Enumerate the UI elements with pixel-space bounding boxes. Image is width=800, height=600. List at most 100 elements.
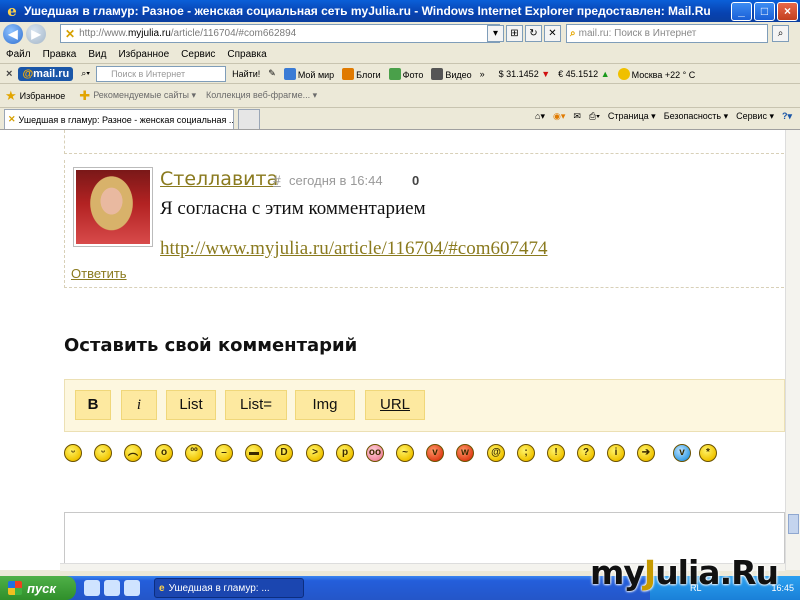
toolbar-close-icon[interactable]: × <box>6 68 12 80</box>
menu-favorites[interactable]: Избранное <box>118 49 169 60</box>
mailru-item-mymir[interactable]: Мой мир <box>283 67 334 80</box>
start-button[interactable]: пуск <box>0 576 76 600</box>
tools-menu[interactable]: Сервис ▾ <box>736 111 774 122</box>
angry-icon[interactable]: > <box>306 444 324 462</box>
sad-icon[interactable]: ︵ <box>124 444 142 462</box>
url-button[interactable]: URL <box>365 390 425 420</box>
list-button[interactable]: List <box>166 390 216 420</box>
exclamation-icon[interactable]: ! <box>547 444 565 462</box>
tab-active[interactable]: ✕ Ушедшая в гламур: Разное - женская соц… <box>4 109 234 129</box>
menu-file[interactable]: Файл <box>6 49 31 60</box>
maximize-button[interactable]: □ <box>754 1 775 21</box>
safety-menu[interactable]: Безопасность ▾ <box>664 111 728 122</box>
page-icon: ✕ <box>65 26 76 41</box>
menu-edit[interactable]: Правка <box>43 49 77 60</box>
refresh-icon[interactable]: ↻ <box>525 25 542 42</box>
bold-button[interactable]: B <box>75 390 111 420</box>
quicklaunch-ie-icon[interactable] <box>84 580 100 596</box>
menu-help[interactable]: Справка <box>227 49 266 60</box>
back-icon[interactable]: ◀ <box>3 24 23 44</box>
fav-link-webslices[interactable]: Коллекция веб-фрагме... ▾ <box>206 90 317 101</box>
pig-icon[interactable]: oo <box>366 444 384 462</box>
add-favorite-icon[interactable]: ✚ <box>79 88 90 104</box>
feeds-icon[interactable]: ◉▾ <box>553 111 565 122</box>
help-icon[interactable]: ?▾ <box>782 111 792 122</box>
scroll-thumb[interactable] <box>788 514 799 534</box>
mailru-search-provider-icon[interactable]: ⌕▾ <box>81 68 90 79</box>
img-button[interactable]: Img <box>295 390 355 420</box>
wink-icon[interactable]: ; <box>517 444 535 462</box>
mailru-logo[interactable]: @mail.ru <box>18 66 74 81</box>
mailru-item-video[interactable]: Видео <box>431 67 472 80</box>
arrow-icon[interactable]: ➔ <box>637 444 655 462</box>
address-bar[interactable]: ✕ http://www.myjulia.ru/article/116704/#… <box>60 24 500 43</box>
tongue-icon[interactable]: p <box>336 444 354 462</box>
weather[interactable]: Москва +22 ° C <box>617 67 695 80</box>
shocked-icon[interactable]: o <box>155 444 173 462</box>
minimize-button[interactable]: _ <box>731 1 752 21</box>
mailru-find-button[interactable]: Найти! <box>232 69 260 79</box>
new-tab-button[interactable] <box>238 109 260 129</box>
evil-icon[interactable]: w <box>456 444 474 462</box>
ordered-list-button[interactable]: List= <box>225 390 287 420</box>
glasses-icon[interactable]: ºº <box>185 444 203 462</box>
windows-flag-icon <box>8 581 22 595</box>
comment-text: Я согласна с этим комментарием <box>160 198 426 219</box>
smile-icon[interactable]: ᵕ <box>64 444 82 462</box>
menu-tools[interactable]: Сервис <box>181 49 215 60</box>
leave-comment-heading: Оставить свой комментарий <box>64 335 358 356</box>
eur-rate[interactable]: € 45.1512 ▲ <box>558 69 609 79</box>
stop-icon[interactable]: ✕ <box>544 25 561 42</box>
usd-rate[interactable]: $ 31.1452 ▼ <box>499 69 550 79</box>
toolbar-more-icon[interactable]: » <box>480 69 485 79</box>
compat-icon[interactable]: ⊞ <box>506 25 523 42</box>
tab-page-icon: ✕ <box>8 114 16 124</box>
mailru-search-input[interactable]: Поиск в Интернет <box>96 65 227 82</box>
happy-icon[interactable]: ᵕ <box>94 444 112 462</box>
highlight-icon[interactable]: ✎ <box>268 68 276 79</box>
comment-author[interactable]: Стеллавита <box>160 168 278 190</box>
close-button[interactable]: × <box>777 1 798 21</box>
mailru-item-blogs[interactable]: Блоги <box>342 67 381 80</box>
mail-icon[interactable]: ✉ <box>573 111 581 122</box>
devil-icon[interactable]: v <box>426 444 444 462</box>
question-icon[interactable]: ? <box>577 444 595 462</box>
favorites-button[interactable]: Избранное <box>20 91 66 101</box>
search-icon[interactable]: ⌕ <box>772 25 789 42</box>
confused-icon[interactable]: @ <box>487 444 505 462</box>
address-dropdown-icon[interactable]: ▾ <box>487 25 504 42</box>
home-icon[interactable]: ⌂▾ <box>535 111 545 122</box>
quicklaunch-desktop-icon[interactable] <box>104 580 120 596</box>
mailru-toolbar: × @mail.ru ⌕▾ Поиск в Интернет Найти! ✎ … <box>0 64 800 84</box>
quicklaunch-media-icon[interactable] <box>124 580 140 596</box>
fav-link-recommended[interactable]: Рекомендуемые сайты ▾ <box>93 90 196 101</box>
kiss-icon[interactable]: * <box>699 444 717 462</box>
taskbar-ie-window[interactable]: e Ушедшая в гламур: ... <box>154 578 304 598</box>
reply-link[interactable]: Ответить <box>71 266 127 281</box>
avatar[interactable] <box>73 167 153 247</box>
menu-view[interactable]: Вид <box>88 49 106 60</box>
address-url: http://www.myjulia.ru/article/116704/#co… <box>79 28 297 39</box>
vertical-scrollbar[interactable] <box>785 130 800 570</box>
video-icon <box>431 67 444 80</box>
unsure-icon[interactable]: ~ <box>396 444 414 462</box>
comment-score: 0 <box>412 173 420 188</box>
comment-anchor[interactable]: # <box>273 172 281 188</box>
comment-date: сегодня в 16:44 <box>289 173 383 188</box>
search-provider-icon: ⌕ <box>570 28 576 39</box>
forward-icon[interactable]: ▶ <box>26 24 46 44</box>
editor-toolbar: B i List List= Img URL <box>64 379 785 432</box>
myjulia-watermark: myJulia.Ru <box>590 553 779 592</box>
comment-link[interactable]: http://www.myjulia.ru/article/116704/#co… <box>160 238 548 260</box>
print-icon[interactable]: ⎙▾ <box>589 111 600 122</box>
neutral-icon[interactable]: – <box>215 444 233 462</box>
idea-icon[interactable]: i <box>607 444 625 462</box>
laugh-icon[interactable]: D <box>275 444 293 462</box>
italic-button[interactable]: i <box>121 390 157 420</box>
mailru-item-photo[interactable]: Фото <box>388 67 423 80</box>
page-menu[interactable]: Страница ▾ <box>608 111 656 122</box>
bird-icon[interactable]: v <box>673 444 691 462</box>
favorites-star-icon[interactable]: ★ <box>5 88 17 104</box>
cool-icon[interactable]: ▬ <box>245 444 263 462</box>
search-input[interactable]: ⌕ mail.ru: Поиск в Интернет <box>566 24 768 43</box>
